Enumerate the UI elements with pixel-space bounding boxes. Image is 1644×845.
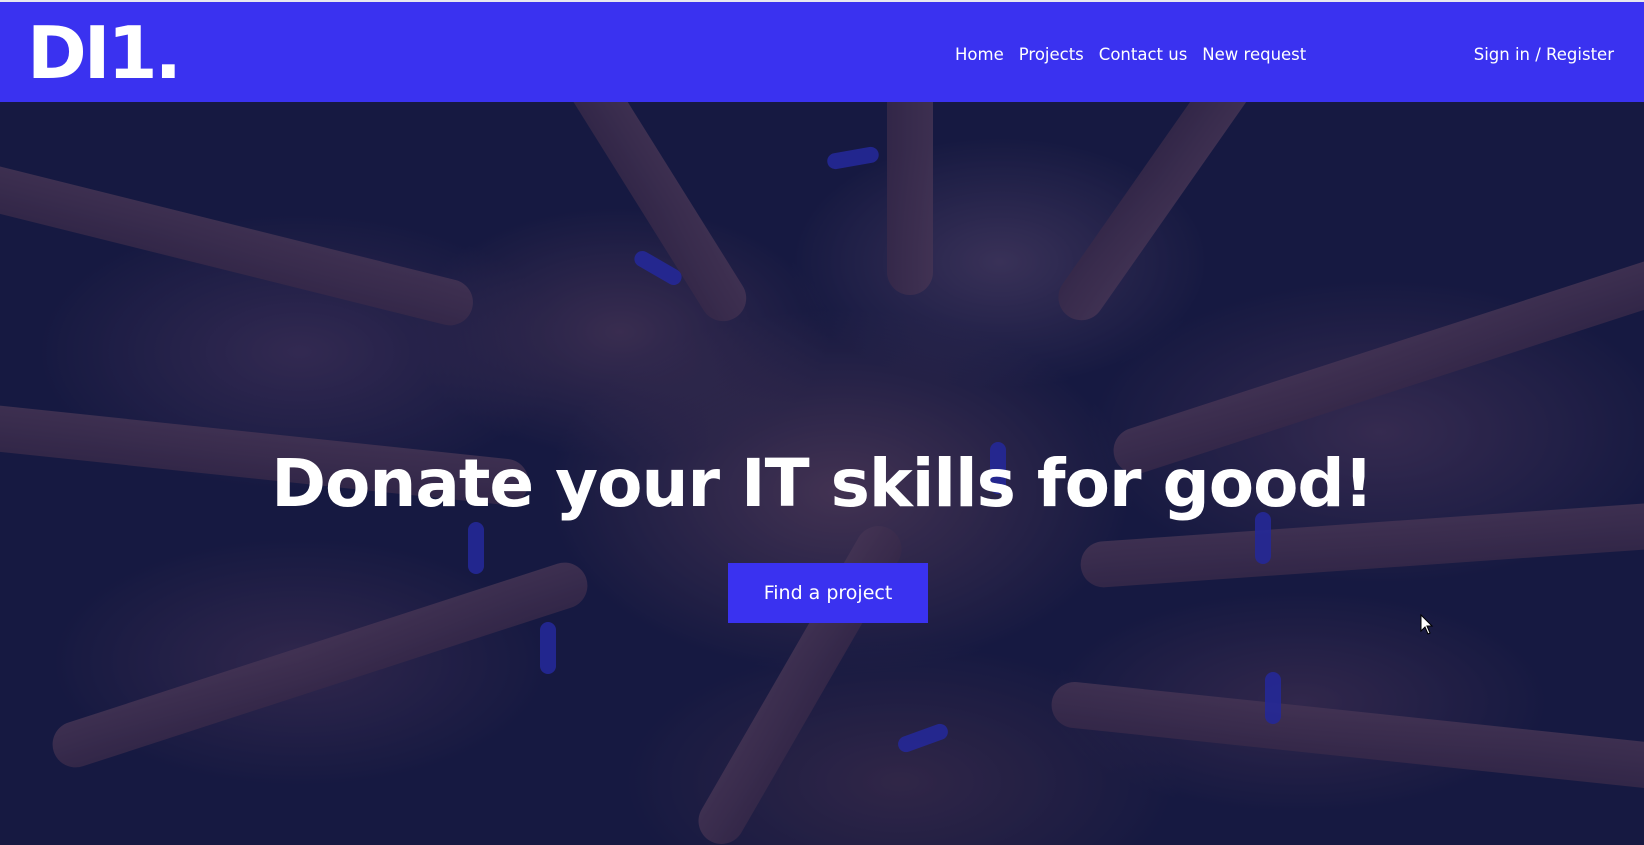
nav-link-new-request[interactable]: New request bbox=[1202, 42, 1306, 68]
page: DI1. Home Projects Contact us New reques… bbox=[0, 0, 1644, 845]
nav-link-projects[interactable]: Projects bbox=[1019, 42, 1084, 68]
site-logo[interactable]: DI1. bbox=[27, 17, 182, 89]
nav-link-contact-us[interactable]: Contact us bbox=[1099, 42, 1188, 68]
mouse-cursor-icon bbox=[1420, 614, 1434, 635]
navbar: DI1. Home Projects Contact us New reques… bbox=[0, 0, 1644, 102]
main-nav: Home Projects Contact us New request bbox=[955, 42, 1321, 68]
hero-headline: Donate your IT skills for good! bbox=[271, 445, 1374, 522]
nav-link-home[interactable]: Home bbox=[955, 42, 1004, 68]
sign-in-register-link[interactable]: Sign in / Register bbox=[1474, 42, 1614, 68]
find-project-button[interactable]: Find a project bbox=[728, 563, 928, 623]
hero-section: Donate your IT skills for good! Find a p… bbox=[0, 102, 1644, 845]
